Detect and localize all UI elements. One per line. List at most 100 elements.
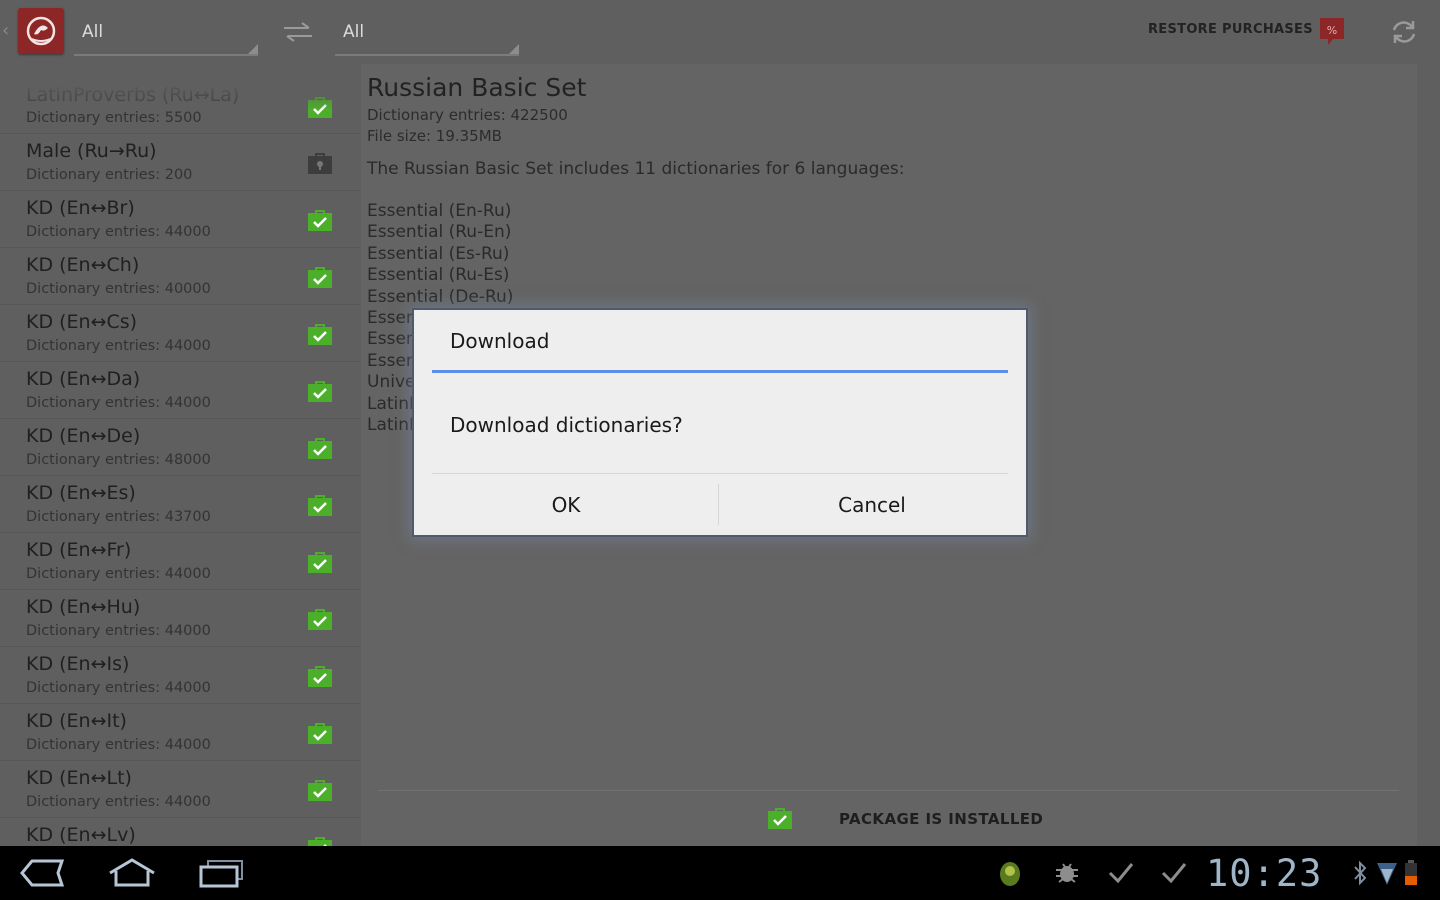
installed-bag-icon[interactable]: [307, 550, 333, 574]
back-icon[interactable]: [20, 858, 66, 892]
app-logo-icon[interactable]: [18, 8, 64, 54]
package-dictionary-item: Essential (Ru-Es): [367, 265, 510, 286]
dictionary-entries: Dictionary entries: 200: [26, 167, 193, 183]
dictionary-entries: Dictionary entries: 44000: [26, 623, 211, 639]
dictionary-list-item[interactable]: KD (En↔De) Dictionary entries: 48000: [0, 419, 360, 476]
dictionary-title: KD (En↔Lt): [26, 767, 132, 789]
dictionary-title: KD (En↔De): [26, 425, 141, 447]
dialog-title: Download: [450, 329, 550, 353]
package-dictionary-item: Essential (De-Ru): [367, 286, 514, 307]
dictionary-entries: Dictionary entries: 44000: [26, 794, 211, 810]
wifi-icon: [1376, 860, 1398, 890]
dictionary-list-item[interactable]: KD (En↔Br) Dictionary entries: 44000: [0, 191, 360, 248]
usb-debug-icon[interactable]: [1053, 860, 1081, 890]
from-language-label: All: [82, 22, 104, 42]
dictionary-title: KD (En↔Fr): [26, 539, 132, 561]
up-caret-icon[interactable]: ‹: [2, 20, 9, 41]
dictionary-list-item[interactable]: KD (En↔Da) Dictionary entries: 44000: [0, 362, 360, 419]
dictionary-title: KD (En↔Is): [26, 653, 130, 675]
recent-apps-icon[interactable]: [198, 858, 246, 892]
package-file-size: File size: 19.35MB: [367, 127, 502, 145]
dictionary-list-item[interactable]: LatinProverbs (Ru↔La) Dictionary entries:…: [0, 80, 360, 134]
dictionary-list-item[interactable]: KD (En↔Lv): [0, 818, 360, 846]
dictionary-entries: Dictionary entries: 44000: [26, 395, 211, 411]
dictionary-title: KD (En↔Da): [26, 368, 141, 390]
refresh-icon[interactable]: [1390, 18, 1418, 50]
dictionary-list-item[interactable]: Male (Ru→Ru) Dictionary entries: 200: [0, 134, 360, 191]
installed-bag-icon[interactable]: [307, 265, 333, 289]
status-clock[interactable]: 10:23: [1206, 852, 1322, 895]
installed-bag-icon[interactable]: [307, 607, 333, 631]
dictionary-entries: Dictionary entries: 40000: [26, 281, 211, 297]
installed-bag-icon[interactable]: [307, 208, 333, 232]
dictionary-list-item[interactable]: KD (En↔Hu) Dictionary entries: 44000: [0, 590, 360, 647]
package-dictionary-item: Essential (Es-Ru): [367, 243, 510, 264]
dictionary-list-item[interactable]: KD (En↔Is) Dictionary entries: 44000: [0, 647, 360, 704]
package-dictionary-item: Essential (Ru-En): [367, 222, 512, 243]
dictionary-list[interactable]: LatinProverbs (Ru↔La) Dictionary entries:…: [0, 80, 360, 846]
dictionary-list-item[interactable]: KD (En↔It) Dictionary entries: 44000: [0, 704, 360, 761]
dictionary-title: KD (En↔Es): [26, 482, 136, 504]
dictionary-list-item[interactable]: KD (En↔Ch) Dictionary entries: 40000: [0, 248, 360, 305]
divider: [378, 790, 1399, 791]
dialog-message: Download dictionaries?: [450, 413, 683, 437]
swap-icon[interactable]: [282, 20, 314, 48]
dictionary-entries: Dictionary entries: 44000: [26, 737, 211, 753]
cancel-button[interactable]: Cancel: [720, 474, 1024, 535]
installed-bag-icon: [767, 806, 793, 830]
installed-bag-icon[interactable]: [307, 778, 333, 802]
installed-bag-icon[interactable]: [307, 322, 333, 346]
package-entries: Dictionary entries: 422500: [367, 106, 568, 124]
bluetooth-icon: [1352, 860, 1368, 890]
android-notification-icon[interactable]: [997, 860, 1023, 892]
dictionary-list-item[interactable]: KD (En↔Fr) Dictionary entries: 44000: [0, 533, 360, 590]
installed-bag-icon[interactable]: [307, 721, 333, 745]
installed-bag-icon[interactable]: [307, 95, 333, 119]
sale-tag-icon[interactable]: %: [1319, 17, 1345, 51]
dictionary-title: KD (En↔Br): [26, 197, 135, 219]
dialog-title-divider: [432, 370, 1008, 373]
dictionary-entries: Dictionary entries: 44000: [26, 566, 211, 582]
dictionary-list-item[interactable]: KD (En↔Cs) Dictionary entries: 44000: [0, 305, 360, 362]
installed-bag-icon[interactable]: [307, 835, 333, 846]
dictionary-title: KD (En↔Ch): [26, 254, 140, 276]
battery-icon: [1404, 860, 1418, 890]
package-dictionary-item: Essential (En-Ru): [367, 201, 512, 221]
check-icon[interactable]: [1108, 860, 1134, 890]
dictionary-title: KD (En↔It): [26, 710, 127, 732]
button-separator: [718, 484, 719, 525]
dictionary-title: KD (En↔Cs): [26, 311, 138, 333]
ok-button[interactable]: OK: [414, 474, 718, 535]
home-icon[interactable]: [107, 858, 157, 892]
dictionary-list-item[interactable]: KD (En↔Lt) Dictionary entries: 44000: [0, 761, 360, 818]
spinner-arrow-icon: [248, 44, 258, 54]
from-language-spinner[interactable]: All: [74, 12, 258, 56]
installed-bag-icon[interactable]: [307, 379, 333, 403]
download-dialog: Download Download dictionaries? OK Cance…: [414, 310, 1026, 535]
locked-bag-icon[interactable]: [307, 151, 333, 175]
package-description: The Russian Basic Set includes 11 dictio…: [367, 159, 905, 179]
dictionary-entries: Dictionary entries: 5500: [26, 110, 202, 126]
dictionary-entries: Dictionary entries: 43700: [26, 509, 211, 525]
to-language-spinner[interactable]: All: [335, 12, 519, 56]
restore-purchases-button[interactable]: RESTORE PURCHASES: [1148, 22, 1313, 37]
action-bar: ‹ All All RESTORE PURCHASES %: [0, 0, 1440, 62]
dictionary-title: KD (En↔Lv): [26, 824, 136, 846]
svg-text:%: %: [1327, 24, 1337, 37]
package-status-label: PACKAGE IS INSTALLED: [839, 810, 1044, 828]
spinner-underline: [335, 54, 519, 56]
dictionary-entries: Dictionary entries: 44000: [26, 680, 211, 696]
installed-bag-icon[interactable]: [307, 493, 333, 517]
dictionary-list-item[interactable]: KD (En↔Es) Dictionary entries: 43700: [0, 476, 360, 533]
spinner-arrow-icon: [509, 44, 519, 54]
check-icon[interactable]: [1161, 860, 1187, 890]
dictionary-title: Male (Ru→Ru): [26, 140, 157, 162]
spinner-underline: [74, 54, 258, 56]
dictionary-entries: Dictionary entries: 44000: [26, 224, 211, 240]
package-title: Russian Basic Set: [367, 73, 587, 102]
installed-bag-icon[interactable]: [307, 436, 333, 460]
dictionary-title: KD (En↔Hu): [26, 596, 141, 618]
installed-bag-icon[interactable]: [307, 664, 333, 688]
dictionary-title: LatinProverbs (Ru↔La): [26, 84, 240, 106]
dictionary-entries: Dictionary entries: 44000: [26, 338, 211, 354]
